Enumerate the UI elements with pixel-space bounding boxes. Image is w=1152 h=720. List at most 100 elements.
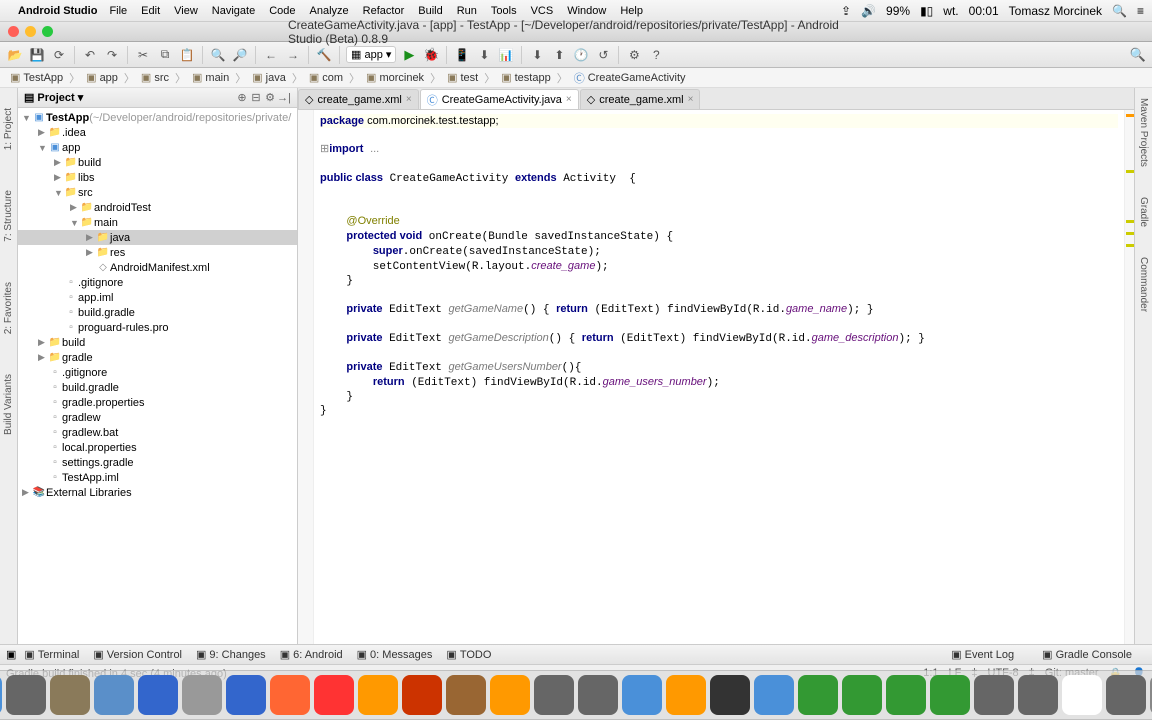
close-icon[interactable]: ×: [406, 94, 412, 105]
dock-app-icon[interactable]: [6, 675, 46, 715]
tool-favorites[interactable]: 2: Favorites: [3, 282, 14, 334]
menu-analyze[interactable]: Analyze: [310, 5, 349, 17]
open-icon[interactable]: 📂: [6, 46, 24, 64]
tool-messages[interactable]: ▣0: Messages: [357, 648, 433, 661]
sync-icon[interactable]: ⟳: [50, 46, 68, 64]
tree-item[interactable]: ▶📁gradle: [18, 350, 297, 365]
tool-vcs[interactable]: ▣Version Control: [93, 648, 182, 661]
dock-app-icon[interactable]: [402, 675, 442, 715]
warning-marker[interactable]: [1126, 220, 1134, 223]
tree-item[interactable]: ▫build.gradle: [18, 305, 297, 320]
tree-root[interactable]: ▼▣TestApp (~/Developer/android/repositor…: [18, 110, 297, 125]
crumb-com[interactable]: ▣com: [305, 70, 347, 85]
crumb-src[interactable]: ▣src: [137, 70, 173, 85]
tree-item[interactable]: ▶📁build: [18, 335, 297, 350]
dock-app-icon[interactable]: [754, 675, 794, 715]
menu-code[interactable]: Code: [269, 5, 295, 17]
window-close-button[interactable]: [8, 26, 19, 37]
tree-item[interactable]: ▶📚External Libraries: [18, 485, 297, 500]
crumb-test[interactable]: ▣test: [443, 70, 482, 85]
hide-panel-icon[interactable]: →|: [277, 92, 291, 104]
tree-item[interactable]: ▼▣app: [18, 140, 297, 155]
redo-icon[interactable]: ↷: [103, 46, 121, 64]
tree-item[interactable]: ▼📁src: [18, 185, 297, 200]
tree-item[interactable]: ▫settings.gradle: [18, 455, 297, 470]
error-stripe[interactable]: [1124, 110, 1134, 644]
collapse-all-icon[interactable]: ⊟: [249, 91, 263, 104]
forward-icon[interactable]: →: [284, 46, 302, 64]
user-name[interactable]: Tomasz Morcinek: [1009, 4, 1102, 18]
crumb-app[interactable]: ▣app: [82, 70, 122, 85]
editor-gutter[interactable]: [298, 110, 314, 644]
volume-icon[interactable]: 🔊: [861, 4, 876, 18]
tree-item[interactable]: ▶📁res: [18, 245, 297, 260]
dock-app-icon[interactable]: [578, 675, 618, 715]
crumb-project[interactable]: ▣TestApp: [6, 70, 67, 85]
paste-icon[interactable]: 📋: [178, 46, 196, 64]
dock-app-icon[interactable]: [446, 675, 486, 715]
sdk-icon[interactable]: ⬇: [475, 46, 493, 64]
tree-item[interactable]: ▫gradle.properties: [18, 395, 297, 410]
wifi-icon[interactable]: ⇪: [841, 4, 851, 18]
dock-app-icon[interactable]: [930, 675, 970, 715]
menu-file[interactable]: File: [109, 5, 127, 17]
replace-icon[interactable]: 🔎: [231, 46, 249, 64]
tool-maven[interactable]: Maven Projects: [1138, 98, 1149, 167]
panel-settings-icon[interactable]: ⚙: [263, 91, 277, 104]
close-icon[interactable]: ×: [688, 94, 694, 105]
dock-app-icon[interactable]: [226, 675, 266, 715]
dock-app-icon[interactable]: [490, 675, 530, 715]
run-icon[interactable]: ▶: [400, 46, 418, 64]
dock-app-icon[interactable]: [1018, 675, 1058, 715]
dock-app-icon[interactable]: [138, 675, 178, 715]
tool-gradle-console[interactable]: ▣Gradle Console: [1042, 648, 1132, 661]
help-icon[interactable]: ?: [647, 46, 665, 64]
dock-app-icon[interactable]: [270, 675, 310, 715]
ddms-icon[interactable]: 📊: [497, 46, 515, 64]
dock-app-icon[interactable]: [842, 675, 882, 715]
tool-project[interactable]: 1: Project: [3, 108, 14, 150]
tree-item[interactable]: ▫.gitignore: [18, 275, 297, 290]
menu-refactor[interactable]: Refactor: [363, 5, 405, 17]
menu-vcs[interactable]: VCS: [531, 5, 554, 17]
tool-structure[interactable]: 7: Structure: [3, 190, 14, 242]
tree-item[interactable]: ▶📁java: [18, 230, 297, 245]
dock-app-icon[interactable]: [94, 675, 134, 715]
tool-changes[interactable]: ▣9: Changes: [196, 648, 266, 661]
dock-app-icon[interactable]: [182, 675, 222, 715]
menu-run[interactable]: Run: [457, 5, 477, 17]
dock-app-icon[interactable]: [50, 675, 90, 715]
window-zoom-button[interactable]: [42, 26, 53, 37]
make-icon[interactable]: 🔨: [315, 46, 333, 64]
dock-app-icon[interactable]: [974, 675, 1014, 715]
tree-item[interactable]: ▶📁.idea: [18, 125, 297, 140]
window-minimize-button[interactable]: [25, 26, 36, 37]
menu-tools[interactable]: Tools: [491, 5, 517, 17]
dock-app-icon[interactable]: [534, 675, 574, 715]
dock-app-icon[interactable]: [798, 675, 838, 715]
dock-app-icon[interactable]: [710, 675, 750, 715]
spotlight-icon[interactable]: 🔍: [1112, 4, 1127, 18]
copy-icon[interactable]: ⧉: [156, 46, 174, 64]
tree-item[interactable]: ▶📁libs: [18, 170, 297, 185]
tree-item[interactable]: ▫.gitignore: [18, 365, 297, 380]
tab-create-game-activity[interactable]: ⒸCreateGameActivity.java×: [420, 89, 579, 109]
tree-item[interactable]: ▶📁androidTest: [18, 200, 297, 215]
tool-event-log[interactable]: ▣Event Log: [951, 648, 1014, 661]
dock-app-icon[interactable]: [314, 675, 354, 715]
crumb-java[interactable]: ▣java: [248, 70, 290, 85]
app-name[interactable]: Android Studio: [18, 5, 97, 17]
save-icon[interactable]: 💾: [28, 46, 46, 64]
crumb-class[interactable]: ⒸCreateGameActivity: [570, 69, 690, 87]
settings-icon[interactable]: ⚙: [625, 46, 643, 64]
dock-app-icon[interactable]: [358, 675, 398, 715]
vcs-history-icon[interactable]: 🕐: [572, 46, 590, 64]
cut-icon[interactable]: ✂: [134, 46, 152, 64]
debug-icon[interactable]: 🐞: [422, 46, 440, 64]
find-icon[interactable]: 🔍: [209, 46, 227, 64]
warning-marker[interactable]: [1126, 114, 1134, 117]
tool-todo[interactable]: ▣TODO: [446, 648, 491, 661]
crumb-main[interactable]: ▣main: [188, 70, 233, 85]
dock-app-icon[interactable]: [1062, 675, 1102, 715]
dock-app-icon[interactable]: [1106, 675, 1146, 715]
